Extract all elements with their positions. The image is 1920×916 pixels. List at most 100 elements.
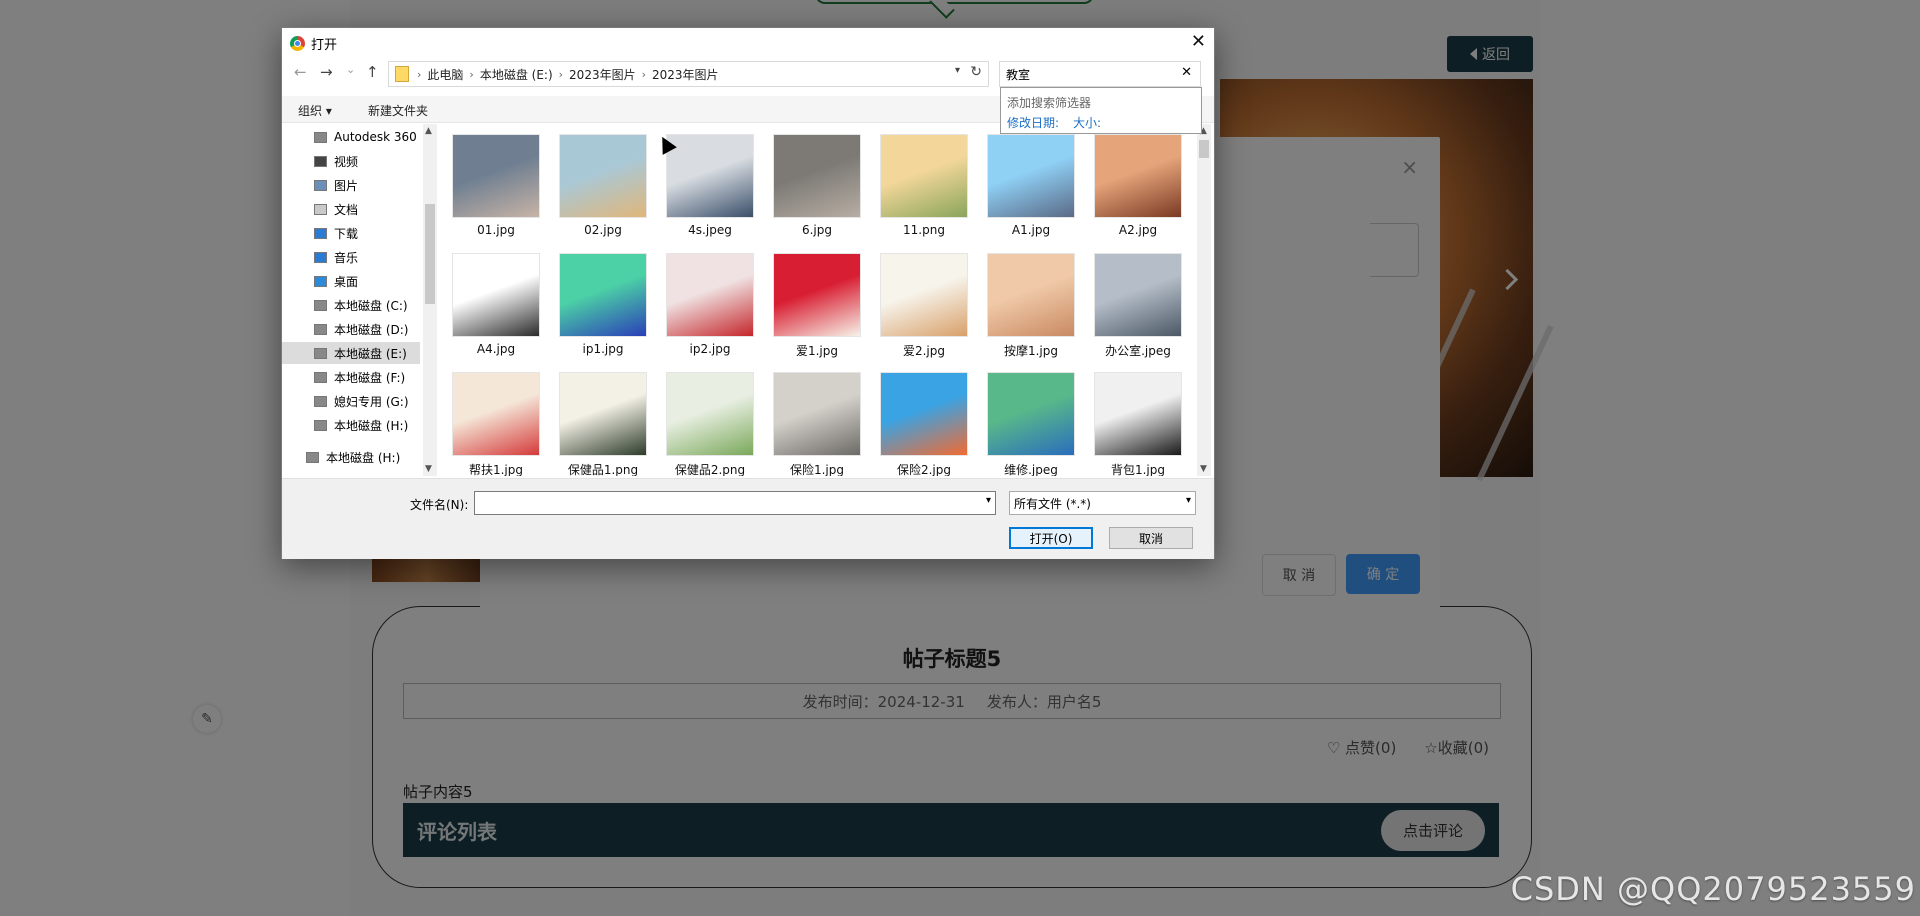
desktop-icon: [314, 275, 327, 287]
file-name: 办公室.jpeg: [1105, 344, 1171, 358]
file-name: 维修.jpeg: [1004, 463, 1058, 476]
search-input[interactable]: 教室 ✕: [999, 61, 1201, 87]
tree-item-label: 文档: [334, 202, 359, 217]
tree-scrollbar[interactable]: ▲ ▼: [423, 124, 437, 476]
organize-menu[interactable]: 组织 ▾: [298, 102, 332, 119]
tree-item[interactable]: 本地磁盘 (H:): [282, 414, 420, 436]
file-item[interactable]: 按摩1.jpg: [985, 253, 1077, 359]
tree-item[interactable]: 文档: [282, 198, 420, 220]
search-value: 教室: [1006, 67, 1031, 82]
breadcrumb-item[interactable]: 2023年图片: [646, 66, 725, 83]
files-scrollbar[interactable]: ▲ ▼: [1197, 124, 1211, 476]
back-arrow-icon[interactable]: ←: [294, 63, 307, 81]
file-item[interactable]: 保险1.jpg: [771, 372, 863, 476]
tree-item-label: 桌面: [334, 274, 359, 289]
file-item[interactable]: 6.jpg: [771, 134, 863, 237]
file-item[interactable]: 保险2.jpg: [878, 372, 970, 476]
file-item[interactable]: A4.jpg: [450, 253, 542, 356]
drive-icon: [314, 347, 327, 359]
thumbnail-image: [667, 254, 753, 336]
file-thumbnail: [987, 372, 1075, 456]
file-thumbnail: [559, 372, 647, 456]
filter-modified-date[interactable]: 修改日期:: [1007, 114, 1059, 131]
file-thumbnail: [452, 134, 540, 218]
file-thumbnail: [987, 253, 1075, 337]
tree-item[interactable]: 音乐: [282, 246, 420, 268]
breadcrumb-item[interactable]: 此电脑: [421, 66, 469, 83]
tree-item[interactable]: 下载: [282, 222, 420, 244]
file-thumbnail: [1094, 134, 1182, 218]
file-item[interactable]: 11.png: [878, 134, 970, 237]
tree-item[interactable]: Autodesk 360: [282, 126, 420, 148]
files-scroll-thumb[interactable]: [1199, 140, 1209, 158]
address-dropdown-icon[interactable]: ▾: [955, 65, 960, 76]
thumbnail-image: [881, 135, 967, 217]
file-item[interactable]: 背包1.jpg: [1092, 372, 1184, 476]
tree-item-label: 媳妇专用 (G:): [334, 394, 409, 409]
file-item[interactable]: 爱2.jpg: [878, 253, 970, 359]
watermark: CSDN @QQ2079523559: [1510, 870, 1916, 908]
filetype-select[interactable]: 所有文件 (*.*) ▾: [1009, 491, 1196, 515]
thumbnail-image: [453, 135, 539, 217]
file-name: 按摩1.jpg: [1003, 344, 1059, 358]
cancel-button[interactable]: 取消: [1109, 527, 1193, 549]
tree-item[interactable]: 本地磁盘 (H:): [282, 446, 420, 468]
dialog-close-icon[interactable]: ✕: [1191, 31, 1206, 52]
tree-item[interactable]: 本地磁盘 (F:): [282, 366, 420, 388]
file-item[interactable]: 办公室.jpeg: [1092, 253, 1184, 359]
file-item[interactable]: 爱1.jpg: [771, 253, 863, 359]
file-item[interactable]: ip1.jpg: [557, 253, 649, 356]
refresh-icon[interactable]: ↻: [970, 64, 982, 80]
scroll-up-icon[interactable]: ▲: [425, 126, 432, 136]
file-item[interactable]: 帮扶1.jpg: [450, 372, 542, 476]
file-item[interactable]: ip2.jpg: [664, 253, 756, 356]
tree-item[interactable]: 本地磁盘 (E:): [282, 342, 420, 364]
file-name: 保健品1.png: [567, 463, 639, 476]
scroll-down-icon[interactable]: ▼: [425, 464, 432, 474]
thumbnail-image: [667, 373, 753, 455]
forward-arrow-icon[interactable]: →: [320, 63, 333, 81]
scroll-down-icon[interactable]: ▼: [1200, 464, 1207, 474]
open-button[interactable]: 打开(O): [1009, 527, 1093, 549]
tree-item-label: 本地磁盘 (F:): [334, 370, 406, 385]
drive-icon: [306, 451, 319, 463]
file-name: 11.png: [903, 223, 945, 237]
tree-item[interactable]: 媳妇专用 (G:): [282, 390, 420, 412]
file-name: ip2.jpg: [689, 342, 731, 356]
tree-item[interactable]: 桌面: [282, 270, 420, 292]
thumbnail-image: [881, 373, 967, 455]
filter-size[interactable]: 大小:: [1073, 114, 1101, 131]
new-folder-button[interactable]: 新建文件夹: [368, 102, 428, 119]
file-item[interactable]: 4s.jpeg: [664, 134, 756, 237]
file-item[interactable]: 02.jpg: [557, 134, 649, 237]
tree-item[interactable]: 本地磁盘 (D:): [282, 318, 420, 340]
file-item[interactable]: 维修.jpeg: [985, 372, 1077, 476]
breadcrumb-item[interactable]: 2023年图片: [563, 66, 642, 83]
file-thumbnail: [1094, 253, 1182, 337]
tree-item[interactable]: 本地磁盘 (C:): [282, 294, 420, 316]
file-item[interactable]: A1.jpg: [985, 134, 1077, 237]
file-item[interactable]: 保健品1.png: [557, 372, 649, 476]
filename-dropdown-icon[interactable]: ▾: [986, 495, 991, 506]
drive-icon: [314, 323, 327, 335]
filename-input[interactable]: ▾: [474, 491, 996, 515]
search-clear-icon[interactable]: ✕: [1181, 65, 1192, 80]
file-item[interactable]: 01.jpg: [450, 134, 542, 237]
file-thumbnail: [773, 372, 861, 456]
tree-item[interactable]: 图片: [282, 174, 420, 196]
thumbnail-image: [453, 373, 539, 455]
tree-scroll-thumb[interactable]: [425, 204, 435, 304]
search-filter-title: 添加搜索筛选器: [1007, 96, 1092, 110]
navigation-bar: ← → ⌄ ↑ › 此电脑 › 本地磁盘 (E:) › 2023年图片 › 20…: [282, 61, 1214, 87]
thumbnail-image: [453, 254, 539, 336]
recent-locations-icon[interactable]: ⌄: [346, 63, 355, 76]
file-name: 背包1.jpg: [1110, 463, 1166, 476]
tree-item-label: 本地磁盘 (D:): [334, 322, 409, 337]
file-item[interactable]: A2.jpg: [1092, 134, 1184, 237]
file-thumbnail: [559, 134, 647, 218]
breadcrumb-item[interactable]: 本地磁盘 (E:): [474, 66, 559, 83]
file-item[interactable]: 保健品2.png: [664, 372, 756, 476]
tree-item[interactable]: 视频: [282, 150, 420, 172]
address-bar[interactable]: › 此电脑 › 本地磁盘 (E:) › 2023年图片 › 2023年图片 ▾ …: [388, 61, 989, 87]
up-arrow-icon[interactable]: ↑: [366, 63, 379, 81]
